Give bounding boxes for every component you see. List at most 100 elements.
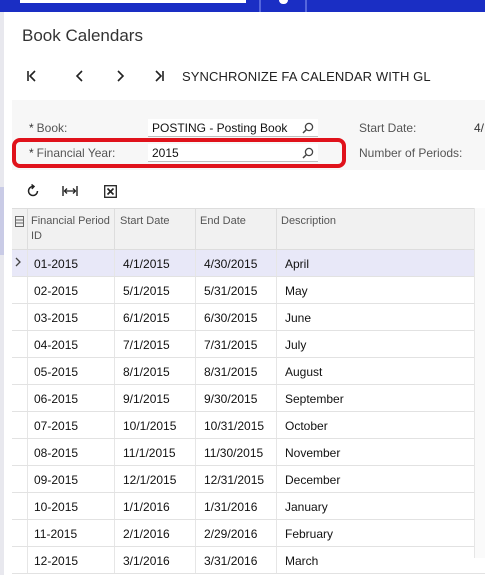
financial-year-highlight-box bbox=[12, 138, 346, 168]
end-date-cell[interactable]: 6/30/2015 bbox=[204, 311, 257, 325]
export-excel-icon bbox=[104, 184, 117, 198]
description-cell[interactable]: December bbox=[285, 473, 340, 487]
column-divider bbox=[114, 331, 115, 357]
description-cell[interactable]: October bbox=[285, 419, 328, 433]
start-date-cell[interactable]: 11/1/2015 bbox=[123, 446, 176, 460]
table-row[interactable]: 02-2015 5/1/2015 5/31/2015 May bbox=[12, 277, 485, 304]
column-header-period[interactable]: Financial Period ID bbox=[31, 214, 111, 244]
start-date-label: Start Date: bbox=[359, 121, 417, 135]
next-record-button[interactable] bbox=[100, 66, 140, 86]
topbar-divider bbox=[305, 0, 307, 12]
end-date-cell[interactable]: 11/30/2015 bbox=[204, 446, 263, 460]
book-value: POSTING - Posting Book bbox=[152, 121, 288, 135]
description-cell[interactable]: September bbox=[285, 392, 344, 406]
end-date-cell[interactable]: 12/31/2015 bbox=[204, 473, 264, 487]
description-cell[interactable]: January bbox=[285, 500, 328, 514]
start-date-cell[interactable]: 9/1/2015 bbox=[123, 392, 170, 406]
user-icon[interactable] bbox=[279, 0, 288, 4]
column-divider bbox=[195, 493, 196, 519]
period-cell[interactable]: 11-2015 bbox=[34, 527, 77, 541]
table-row[interactable]: 07-2015 10/1/2015 10/31/2015 October bbox=[12, 412, 485, 439]
period-cell[interactable]: 07-2015 bbox=[34, 419, 78, 433]
description-cell[interactable]: August bbox=[285, 365, 322, 379]
start-date-cell[interactable]: 1/1/2016 bbox=[123, 500, 170, 514]
end-date-cell[interactable]: 10/31/2015 bbox=[204, 419, 264, 433]
column-divider bbox=[27, 547, 28, 573]
column-divider bbox=[27, 331, 28, 357]
first-record-button[interactable] bbox=[22, 66, 60, 86]
table-row[interactable]: 10-2015 1/1/2016 1/31/2016 January bbox=[12, 493, 485, 520]
period-cell[interactable]: 02-2015 bbox=[34, 284, 78, 298]
period-cell[interactable]: 10-2015 bbox=[34, 500, 78, 514]
column-divider bbox=[27, 466, 28, 492]
period-cell[interactable]: 09-2015 bbox=[34, 473, 78, 487]
end-date-cell[interactable]: 8/31/2015 bbox=[204, 365, 257, 379]
period-cell[interactable]: 06-2015 bbox=[34, 392, 78, 406]
start-date-cell[interactable]: 7/1/2015 bbox=[123, 338, 170, 352]
column-divider bbox=[114, 547, 115, 573]
period-cell[interactable]: 01-2015 bbox=[34, 257, 78, 271]
start-date-cell[interactable]: 10/1/2015 bbox=[123, 419, 176, 433]
column-config-icon[interactable] bbox=[15, 214, 24, 232]
start-date-cell[interactable]: 6/1/2015 bbox=[123, 311, 170, 325]
table-row[interactable]: 12-2015 3/1/2016 3/31/2016 March bbox=[12, 547, 485, 574]
column-divider bbox=[276, 277, 277, 303]
table-row[interactable]: 05-2015 8/1/2015 8/31/2015 August bbox=[12, 358, 485, 385]
previous-icon bbox=[75, 70, 83, 82]
global-search-bar[interactable] bbox=[20, 0, 246, 3]
start-date-cell[interactable]: 8/1/2015 bbox=[123, 365, 170, 379]
column-divider bbox=[195, 304, 196, 330]
end-date-cell[interactable]: 7/31/2015 bbox=[204, 338, 257, 352]
column-divider bbox=[195, 412, 196, 438]
table-row[interactable]: 04-2015 7/1/2015 7/31/2015 July bbox=[12, 331, 485, 358]
synchronize-fa-calendar-button[interactable]: SYNCHRONIZE FA CALENDAR WITH GL bbox=[182, 69, 431, 84]
start-date-cell[interactable]: 4/1/2015 bbox=[123, 257, 170, 271]
table-row[interactable]: 03-2015 6/1/2015 6/30/2015 June bbox=[12, 304, 485, 331]
column-header-description[interactable]: Description bbox=[281, 214, 336, 229]
column-divider bbox=[276, 412, 277, 438]
end-date-cell[interactable]: 3/31/2016 bbox=[204, 554, 257, 568]
column-divider bbox=[114, 385, 115, 411]
table-row[interactable]: 01-2015 4/1/2015 4/30/2015 April bbox=[12, 250, 485, 277]
table-row[interactable]: 08-2015 11/1/2015 11/30/2015 November bbox=[12, 439, 485, 466]
table-row[interactable]: 09-2015 12/1/2015 12/31/2015 December bbox=[12, 466, 485, 493]
description-cell[interactable]: February bbox=[285, 527, 333, 541]
search-icon[interactable] bbox=[302, 121, 314, 139]
column-divider bbox=[195, 277, 196, 303]
start-date-cell[interactable]: 2/1/2016 bbox=[123, 527, 170, 541]
table-row[interactable]: 11-2015 2/1/2016 2/29/2016 February bbox=[12, 520, 485, 547]
end-date-cell[interactable]: 5/31/2015 bbox=[204, 284, 257, 298]
period-cell[interactable]: 04-2015 bbox=[34, 338, 78, 352]
period-cell[interactable]: 05-2015 bbox=[34, 365, 78, 379]
fit-columns-button[interactable] bbox=[60, 182, 98, 200]
period-cell[interactable]: 08-2015 bbox=[34, 446, 78, 460]
end-date-cell[interactable]: 2/29/2016 bbox=[204, 527, 257, 541]
period-cell[interactable]: 03-2015 bbox=[34, 311, 78, 325]
description-cell[interactable]: June bbox=[285, 311, 311, 325]
start-date-value: 4/ bbox=[474, 121, 485, 135]
end-date-cell[interactable]: 4/30/2015 bbox=[204, 257, 257, 271]
table-row[interactable]: 06-2015 9/1/2015 9/30/2015 September bbox=[12, 385, 485, 412]
last-record-button[interactable] bbox=[140, 66, 178, 86]
column-header-start-date[interactable]: Start Date bbox=[120, 214, 170, 229]
end-date-cell[interactable]: 9/30/2015 bbox=[204, 392, 257, 406]
start-date-cell[interactable]: 3/1/2016 bbox=[123, 554, 170, 568]
column-divider bbox=[276, 493, 277, 519]
description-cell[interactable]: March bbox=[285, 554, 318, 568]
book-field[interactable]: POSTING - Posting Book bbox=[148, 119, 318, 137]
description-cell[interactable]: July bbox=[285, 338, 306, 352]
description-cell[interactable]: May bbox=[285, 284, 308, 298]
description-cell[interactable]: November bbox=[285, 446, 340, 460]
row-pointer-icon bbox=[15, 256, 21, 270]
end-date-cell[interactable]: 1/31/2016 bbox=[204, 500, 257, 514]
period-cell[interactable]: 12-2015 bbox=[34, 554, 78, 568]
export-excel-button[interactable] bbox=[98, 182, 136, 200]
description-cell[interactable]: April bbox=[285, 257, 309, 271]
number-of-periods-label: Number of Periods: bbox=[359, 146, 463, 160]
start-date-cell[interactable]: 5/1/2015 bbox=[123, 284, 170, 298]
start-date-cell[interactable]: 12/1/2015 bbox=[123, 473, 176, 487]
refresh-button[interactable] bbox=[22, 182, 60, 200]
grid-scrollbar[interactable] bbox=[474, 208, 485, 558]
previous-record-button[interactable] bbox=[60, 66, 100, 86]
column-header-end-date[interactable]: End Date bbox=[200, 214, 246, 229]
